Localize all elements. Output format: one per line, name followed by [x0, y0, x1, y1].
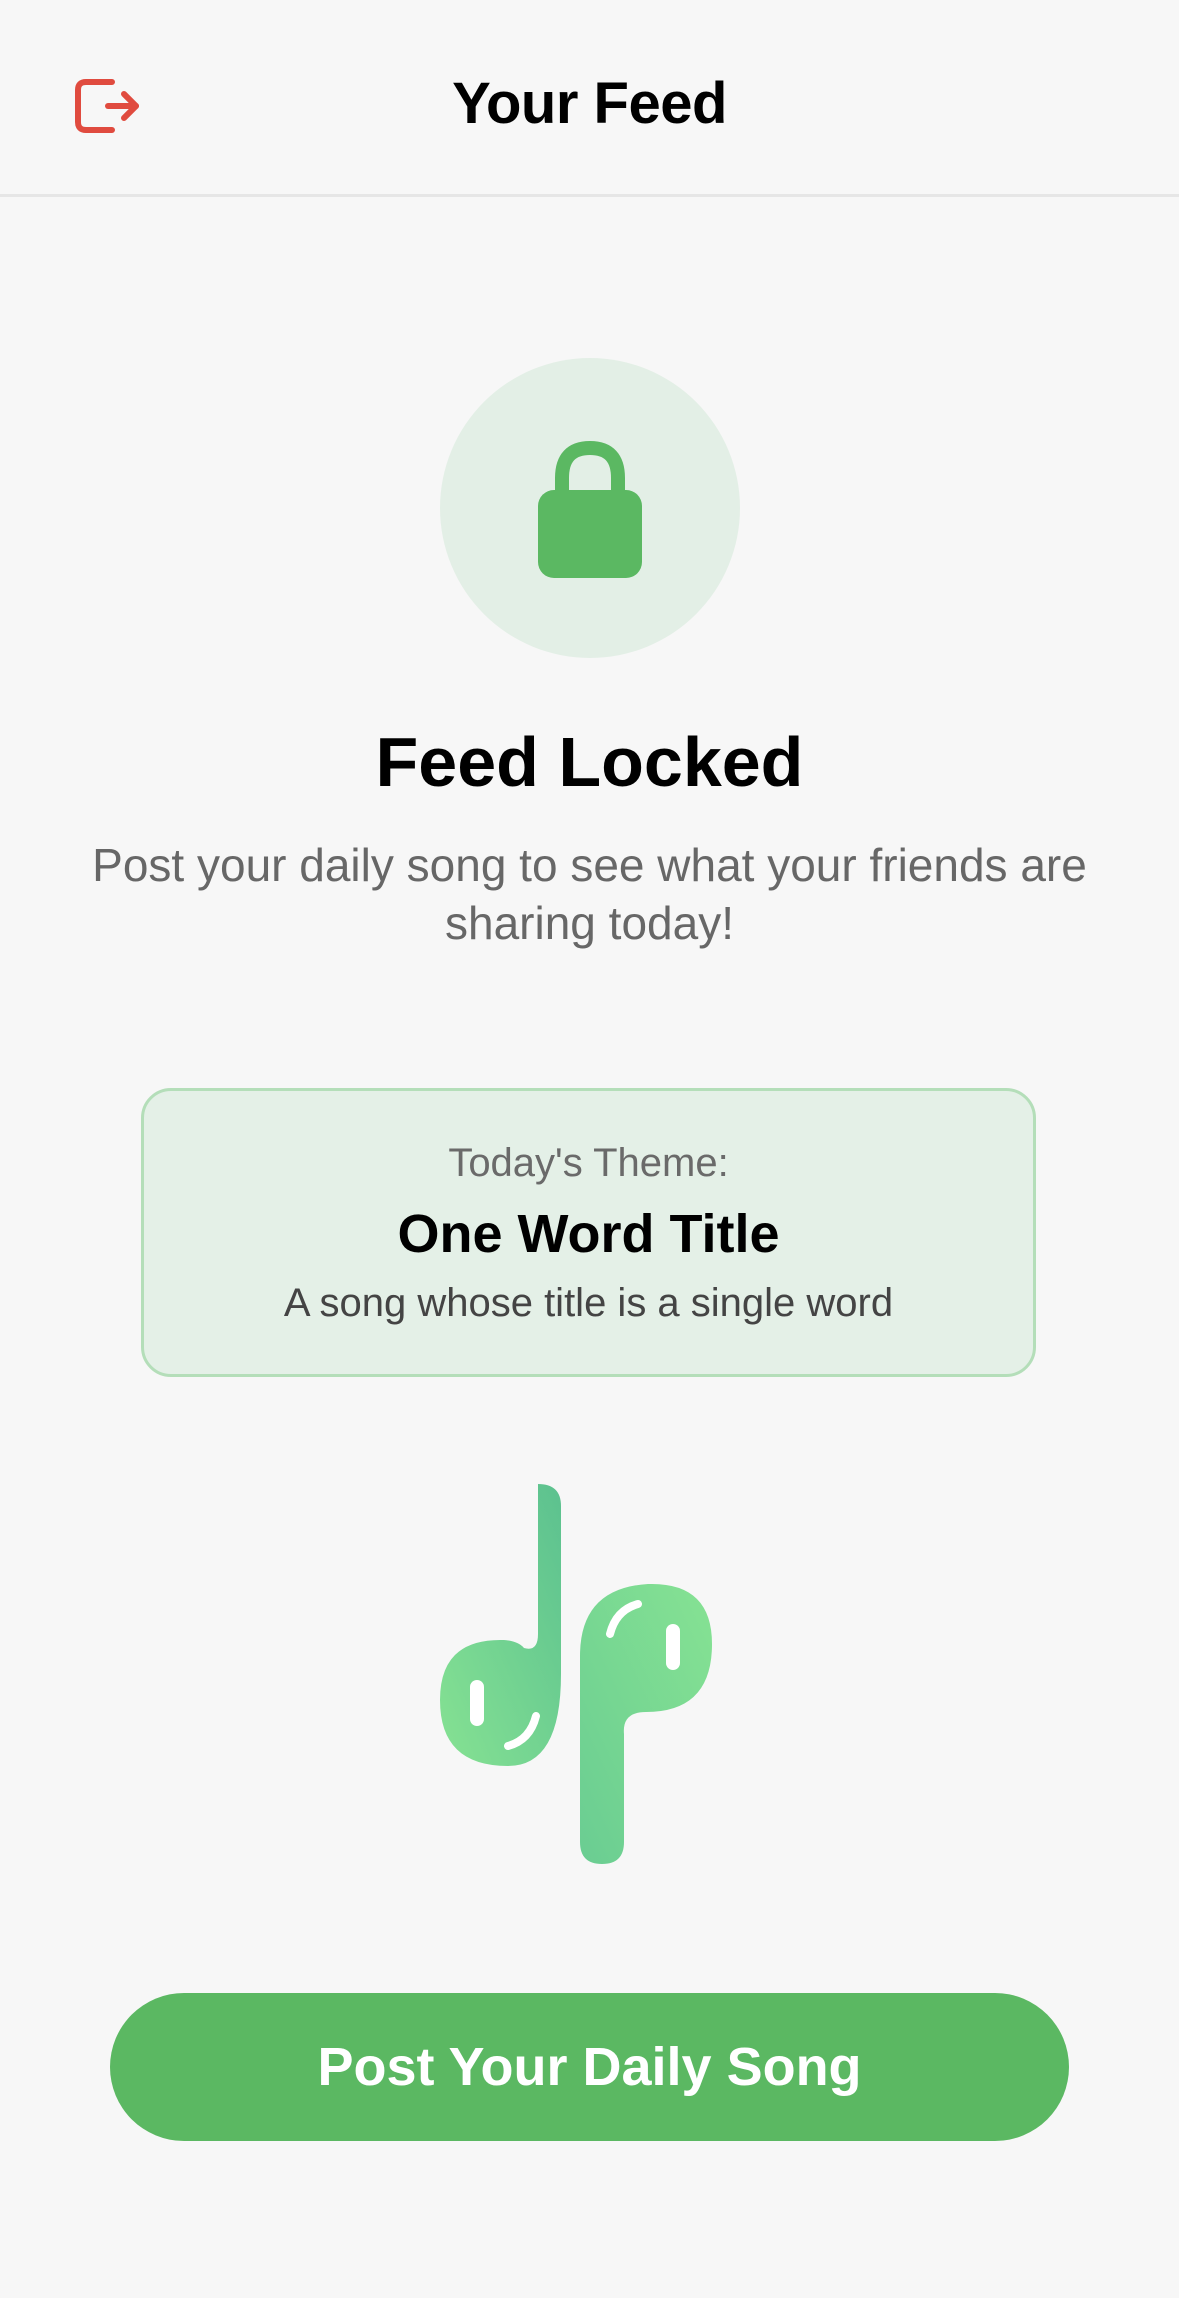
theme-description: A song whose title is a single word	[283, 1281, 894, 1325]
earbuds-illustration	[430, 1484, 750, 1874]
earbuds-icon	[440, 1484, 712, 1864]
theme-card: Today's Theme: One Word Title A song who…	[141, 1088, 1036, 1377]
theme-name: One Word Title	[397, 1204, 780, 1264]
post-daily-song-button[interactable]: Post Your Daily Song	[110, 1993, 1069, 2141]
lock-icon	[538, 440, 642, 578]
page-title: Your Feed	[452, 71, 727, 136]
theme-label: Today's Theme:	[448, 1141, 729, 1185]
feed-locked-subtitle: Post your daily song to see what your fr…	[92, 839, 1087, 949]
lock-badge	[440, 358, 740, 658]
header-bar: Your Feed	[0, 0, 1179, 197]
feed-locked-title: Feed Locked	[375, 723, 804, 801]
